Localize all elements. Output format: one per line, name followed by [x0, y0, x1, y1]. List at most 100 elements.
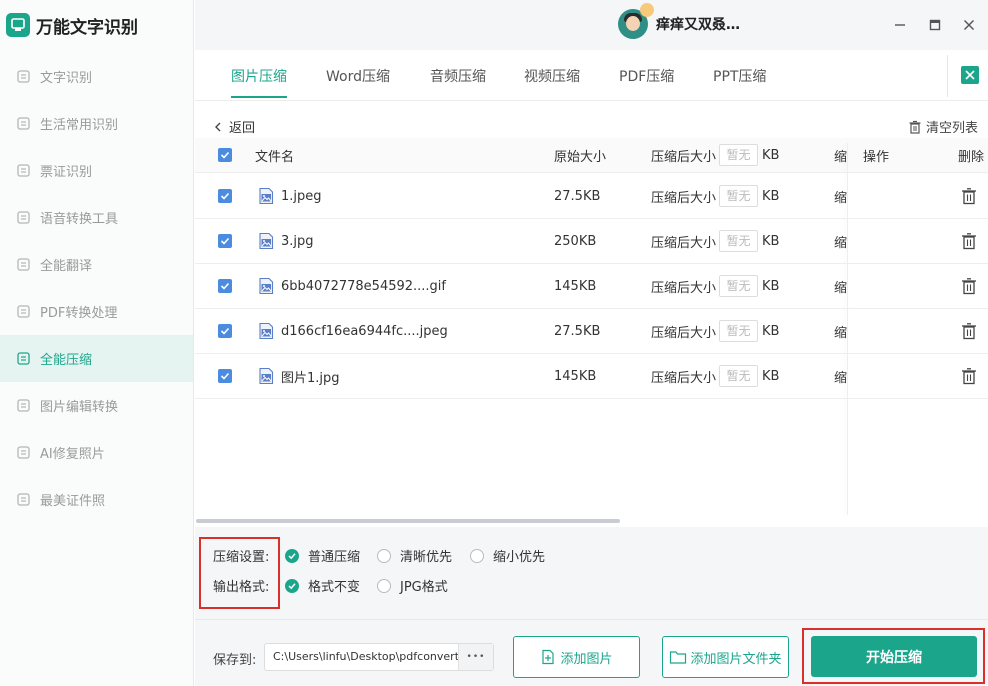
sidebar-item-2[interactable]: 票证识别 [0, 147, 193, 194]
header-delete: 删除 [958, 149, 985, 165]
option-size-first[interactable]: 缩小优先 [470, 546, 545, 565]
target-size-input[interactable]: 暂无 [719, 275, 759, 297]
folder-icon [670, 651, 687, 664]
table-row[interactable]: 3.jpg 250KB 压缩后大小 暂无 KB 缩 [195, 219, 988, 264]
sidebar-item-5[interactable]: PDF转换处理 [0, 288, 193, 335]
unit-label: KB [762, 323, 780, 339]
file-name: 图片1.jpg [281, 370, 340, 386]
option-label: 普通压缩 [308, 550, 361, 565]
header-original-size: 原始大小 [554, 149, 607, 165]
minimize-icon [895, 24, 905, 26]
back-button[interactable]: 返回 [213, 117, 255, 136]
check-icon [220, 151, 230, 159]
row-checkbox[interactable] [218, 234, 232, 248]
sidebar-item-label: 生活常用识别 [40, 118, 119, 133]
row-checkbox[interactable] [218, 369, 232, 383]
compressed-size: 缩 [834, 370, 848, 386]
delete-row-button[interactable] [961, 367, 977, 385]
global-target-size-input[interactable]: 暂无 [719, 144, 759, 166]
close-panel-button[interactable] [961, 66, 979, 84]
sidebar-item-8[interactable]: AI修复照片 [0, 429, 193, 476]
save-to-label: 保存到: [213, 653, 257, 668]
compressed-size: 缩 [834, 235, 848, 251]
sidebar-item-6[interactable]: 全能压缩 [0, 335, 193, 382]
voice-convert-icon [16, 210, 31, 225]
table-row[interactable]: 图片1.jpg 145KB 压缩后大小 暂无 KB 缩 [195, 354, 988, 399]
clear-list-button[interactable]: 清空列表 [908, 117, 978, 136]
image-file-icon [257, 277, 275, 295]
tab-word-compress[interactable]: Word压缩 [326, 66, 390, 96]
unit-label: KB [762, 188, 780, 204]
original-size: 145KB [554, 278, 597, 294]
back-label: 返回 [229, 121, 256, 136]
table-row[interactable]: d166cf16ea6944fc....jpeg 27.5KB 压缩后大小 暂无 KB 缩 [195, 309, 988, 354]
option-clarity-first[interactable]: 清晰优先 [377, 546, 452, 565]
compressed-size: 缩 [834, 280, 848, 296]
option-label: 缩小优先 [493, 550, 546, 565]
add-image-button[interactable]: 添加图片 [513, 636, 640, 678]
sidebar-item-4[interactable]: 全能翻译 [0, 241, 193, 288]
image-file-icon [257, 322, 275, 340]
option-normal-compress[interactable]: 普通压缩 [285, 546, 360, 565]
life-recognition-icon [16, 116, 31, 131]
tab-audio-compress[interactable]: 音频压缩 [430, 66, 486, 96]
trash-icon [909, 120, 921, 134]
sidebar-item-label: 全能压缩 [40, 353, 93, 368]
close-window-button[interactable] [960, 16, 978, 34]
sidebar-item-7[interactable]: 图片编辑转换 [0, 382, 193, 429]
compressed-size: 缩 [834, 190, 848, 206]
sidebar-item-9[interactable]: 最美证件照 [0, 476, 193, 523]
sidebar-item-label: 票证识别 [40, 165, 93, 180]
tab-image-compress[interactable]: 图片压缩 [231, 66, 287, 98]
target-size-input[interactable]: 暂无 [719, 230, 759, 252]
image-edit-icon [16, 398, 31, 413]
select-all-checkbox[interactable] [218, 148, 232, 162]
sidebar-item-3[interactable]: 语音转换工具 [0, 194, 193, 241]
minimize-button[interactable] [891, 16, 909, 34]
horizontal-scrollbar[interactable] [196, 519, 620, 523]
avatar[interactable] [618, 3, 654, 39]
delete-row-button[interactable] [961, 277, 977, 295]
compress-setting-label: 压缩设置: [213, 550, 270, 565]
sidebar-item-label: 语音转换工具 [40, 212, 119, 227]
check-icon [220, 237, 230, 245]
radio-icon [377, 578, 391, 593]
table-row[interactable]: 6bb4072778e54592....gif 145KB 压缩后大小 暂无 KB 缩 [195, 264, 988, 309]
option-keep-format[interactable]: 格式不变 [285, 576, 360, 595]
table-row[interactable]: 1.jpeg 27.5KB 压缩后大小 暂无 KB 缩 [195, 174, 988, 219]
add-file-icon [542, 649, 555, 665]
save-path-field[interactable]: C:\Users\linfu\Desktop\pdfconvert ••• [264, 643, 494, 671]
row-checkbox[interactable] [218, 279, 232, 293]
sidebar-item-1[interactable]: 生活常用识别 [0, 100, 193, 147]
close-icon [964, 20, 974, 30]
add-image-label: 添加图片 [560, 651, 613, 667]
sidebar-item-label: PDF转换处理 [40, 306, 118, 321]
tab-pdf-compress[interactable]: PDF压缩 [619, 66, 674, 96]
target-size-input[interactable]: 暂无 [719, 365, 759, 387]
delete-row-button[interactable] [961, 232, 977, 250]
row-checkbox[interactable] [218, 189, 232, 203]
image-file-icon [257, 367, 275, 385]
row-checkbox[interactable] [218, 324, 232, 338]
target-size-input[interactable]: 暂无 [719, 185, 759, 207]
delete-row-button[interactable] [961, 187, 977, 205]
delete-row-button[interactable] [961, 322, 977, 340]
app-logo-icon [6, 13, 30, 37]
sidebar-item-0[interactable]: 文字识别 [0, 53, 193, 100]
tab-video-compress[interactable]: 视频压缩 [524, 66, 580, 96]
ai-photo-icon [16, 445, 31, 460]
compress-tabs: 图片压缩 Word压缩 音频压缩 视频压缩 PDF压缩 PPT压缩 [195, 50, 988, 101]
original-size: 250KB [554, 233, 597, 249]
user-profile[interactable]: 痒痒又双叒… [618, 3, 740, 39]
target-size-input[interactable]: 暂无 [719, 320, 759, 342]
file-name: 6bb4072778e54592....gif [281, 278, 446, 294]
maximize-icon [929, 19, 941, 31]
tab-ppt-compress[interactable]: PPT压缩 [713, 66, 766, 96]
fixed-column-divider [847, 143, 848, 515]
option-jpg-format[interactable]: JPG格式 [377, 576, 448, 595]
maximize-button[interactable] [926, 16, 944, 34]
target-size-label: 压缩后大小 [651, 370, 717, 386]
browse-button[interactable]: ••• [458, 644, 493, 670]
start-compress-button[interactable]: 开始压缩 [811, 636, 977, 677]
add-folder-button[interactable]: 添加图片文件夹 [662, 636, 789, 678]
